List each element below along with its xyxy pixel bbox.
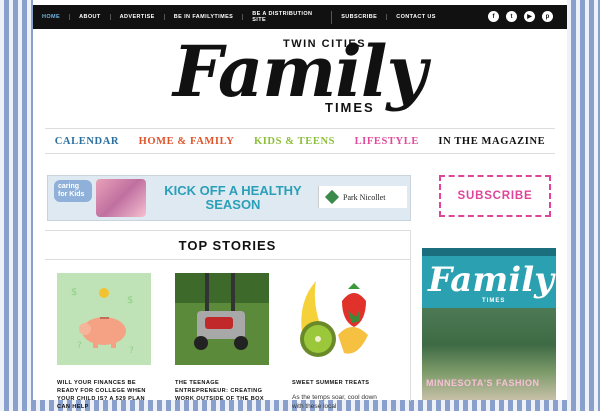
nav-advertise-link[interactable]: ADVERTISE xyxy=(111,13,165,21)
pinterest-icon[interactable]: p xyxy=(542,11,553,22)
divider xyxy=(45,259,410,260)
section-title: TOP STORIES xyxy=(178,238,277,253)
subscribe-button[interactable]: SUBSCRIBE xyxy=(439,175,551,217)
piggy-bank-image: $ $ ? ? xyxy=(57,273,151,365)
sponsor-logo: Park Nicollet xyxy=(318,186,407,208)
top-nav-menu: HOME ABOUT ADVERTISE BE IN FAMILYTIMES B… xyxy=(33,5,445,29)
social-links: f t ▶ p xyxy=(488,11,553,22)
nav-distribution-site-link[interactable]: BE A DISTRIBUTION SITE xyxy=(243,10,333,24)
nav-be-in-familytimes-link[interactable]: BE IN FAMILYTIMES xyxy=(165,13,244,21)
youtube-icon[interactable]: ▶ xyxy=(524,11,535,22)
logo-twin-cities-text: TWIN CITIES xyxy=(283,38,367,50)
banner-headline: KICK OFF A HEALTHY SEASON xyxy=(164,183,302,212)
story-title[interactable]: THE TEENAGE ENTREPRENEUR: CREATING WORK … xyxy=(175,379,269,403)
page: HOME ABOUT ADVERTISE BE IN FAMILYTIMES B… xyxy=(33,0,567,410)
category-kids-teens-link[interactable]: KIDS & TEENS xyxy=(254,136,335,147)
caring-for-kids-badge: caring for Kids xyxy=(54,180,92,202)
magazine-cover[interactable]: Family TIMES MINNESOTA'S FASHION xyxy=(422,248,556,400)
category-navigation: CALENDAR HOME & FAMILY KIDS & TEENS LIFE… xyxy=(45,128,555,154)
category-home-family-link[interactable]: HOME & FAMILY xyxy=(139,136,235,147)
cover-header-strip xyxy=(422,248,556,256)
story-card[interactable]: SWEET SUMMER TREATS As the temps soar, c… xyxy=(292,273,386,411)
lawn-mower-image xyxy=(175,273,269,365)
banner-photo xyxy=(96,179,146,217)
category-in-the-magazine-link[interactable]: IN THE MAGAZINE xyxy=(438,136,545,147)
svg-text:$: $ xyxy=(71,287,77,298)
park-nicollet-icon xyxy=(324,189,340,205)
site-logo[interactable]: Family TWIN CITIES TIMES xyxy=(173,30,427,125)
story-title[interactable]: WILL YOUR FINANCES BE READY FOR COLLEGE … xyxy=(57,379,151,411)
nav-subscribe-link[interactable]: SUBSCRIBE xyxy=(332,13,388,21)
category-lifestyle-link[interactable]: LIFESTYLE xyxy=(355,136,419,147)
story-title[interactable]: SWEET SUMMER TREATS xyxy=(292,379,386,387)
nav-contact-link[interactable]: CONTACT US xyxy=(387,14,445,21)
nav-home-link[interactable]: HOME xyxy=(33,13,71,21)
fruit-image xyxy=(292,273,386,365)
ad-banner[interactable]: caring for Kids KICK OFF A HEALTHY SEASO… xyxy=(47,175,411,221)
story-card[interactable]: THE TEENAGE ENTREPRENEUR: CREATING WORK … xyxy=(175,273,269,403)
cover-subtitle: TIMES xyxy=(482,298,506,304)
svg-text:$: $ xyxy=(127,295,133,306)
twitter-icon[interactable]: t xyxy=(506,11,517,22)
story-excerpt: As the temps soar, cool down with these … xyxy=(292,394,377,410)
svg-text:?: ? xyxy=(129,346,134,356)
story-card[interactable]: $ $ ? ? WILL YOUR FINANCES BE READY FOR … xyxy=(57,273,151,411)
sponsor-name: Park Nicollet xyxy=(343,192,386,202)
cover-line: MINNESOTA'S FASHION xyxy=(426,378,540,388)
nav-about-link[interactable]: ABOUT xyxy=(70,13,111,21)
top-navigation-bar: HOME ABOUT ADVERTISE BE IN FAMILYTIMES B… xyxy=(33,5,567,29)
top-stories-section: TOP STORIES $ $ ? ? WILL YOUR FINANCES B… xyxy=(45,230,411,410)
facebook-icon[interactable]: f xyxy=(488,11,499,22)
logo-times-text: TIMES xyxy=(325,100,375,115)
category-calendar-link[interactable]: CALENDAR xyxy=(55,136,119,147)
svg-text:?: ? xyxy=(77,341,82,351)
cover-title: Family xyxy=(428,260,554,300)
